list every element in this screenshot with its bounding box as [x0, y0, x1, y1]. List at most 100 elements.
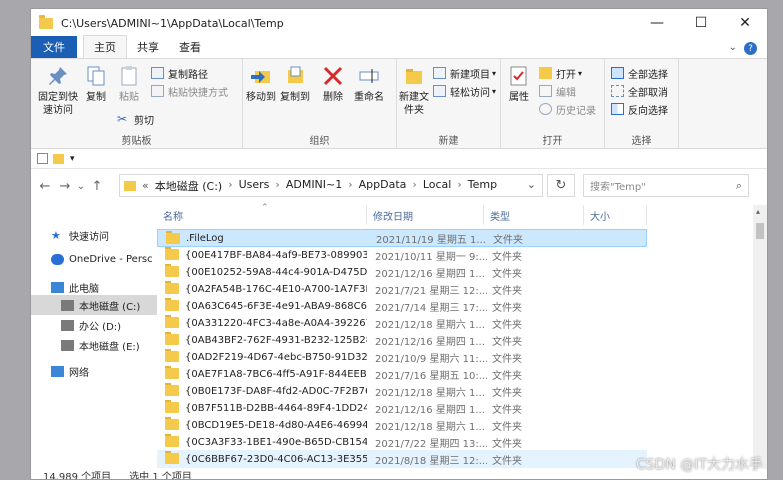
forward-button[interactable]: →	[55, 179, 75, 194]
computer-icon	[51, 281, 64, 293]
column-header: 名称 ⌃ 修改日期 类型 大小	[157, 203, 767, 225]
column-name[interactable]: 名称 ⌃	[157, 203, 367, 225]
folder-icon	[165, 383, 179, 396]
move-to-button[interactable]: 移动到	[245, 65, 277, 104]
paste-button[interactable]: 粘贴	[115, 65, 143, 104]
move-to-label: 移动到	[246, 92, 276, 103]
table-row[interactable]: {0A2FA54B-176C-4E10-A700-1A7F3D... 2021/7…	[157, 280, 647, 298]
back-button[interactable]: ←	[35, 179, 55, 194]
nav-item[interactable]: OneDrive - Persc	[31, 249, 157, 269]
nav-item[interactable]: 办公 (D:)	[31, 315, 157, 335]
new-item-icon	[433, 67, 446, 79]
address-bar[interactable]: « 本地磁盘 (C:) › Users › ADMINI~1 › AppData › Local…	[119, 174, 543, 197]
breadcrumb-separator[interactable]: ›	[457, 178, 461, 194]
breadcrumb-separator[interactable]: ›	[412, 178, 416, 194]
help-icon[interactable]: ?	[744, 42, 757, 55]
history-button[interactable]: 历史记录	[539, 101, 596, 117]
breadcrumb-item[interactable]: AppData	[359, 178, 407, 194]
nav-item[interactable]: 此电脑	[31, 277, 157, 297]
table-row[interactable]: {0B0E173F-DA8F-4fd2-AD0C-7F2B763... 2021/…	[157, 382, 647, 400]
new-item-button[interactable]: 新建项目 ▾	[433, 65, 496, 81]
select-all-icon	[611, 67, 624, 79]
nav-item[interactable]: 本地磁盘 (C:)	[31, 295, 157, 315]
customize-toolbar-icon[interactable]: ▾	[70, 154, 75, 164]
nav-item[interactable]: 本地磁盘 (E:)	[31, 335, 157, 355]
delete-button[interactable]: 删除	[319, 65, 347, 104]
tab-share[interactable]: 共享	[127, 36, 169, 58]
chevron-down-icon[interactable]: ⌄	[729, 42, 737, 53]
breadcrumb-item[interactable]: 本地磁盘 (C:)	[155, 178, 222, 194]
paste-shortcut-button[interactable]: 粘贴快捷方式	[151, 83, 228, 99]
folder-icon	[165, 400, 179, 413]
history-label: 历史记录	[556, 105, 596, 117]
title-bar[interactable]: C:\Users\ADMINI~1\AppData\Local\Temp — ☐…	[31, 9, 767, 37]
invert-selection-button[interactable]: 反向选择	[611, 101, 668, 117]
easy-access-button[interactable]: 轻松访问 ▾	[433, 83, 496, 99]
table-row[interactable]: {0A331220-4FC3-4a8e-A0A4-3922677... 2021/…	[157, 314, 647, 332]
table-row[interactable]: {00E10252-59A8-44c4-901A-D475D1... 2021/1…	[157, 263, 647, 281]
table-row[interactable]: {0C6BBF67-23D0-4C06-AC13-3E355A... 2021/8…	[157, 450, 647, 468]
table-row[interactable]: {0BCD19E5-DE18-4d80-A4E6-469945... 2021/1…	[157, 416, 647, 434]
table-row[interactable]: {0A63C645-6F3E-4e91-ABA9-868C6C... 2021/7…	[157, 297, 647, 315]
group-label: 组织	[309, 136, 330, 147]
table-row[interactable]: {0AE7F1A8-7BC6-4ff5-A91F-844EEBB... 2021/…	[157, 365, 647, 383]
cut-button[interactable]: ✂ 剪切	[117, 111, 154, 127]
checkbox-icon[interactable]	[37, 153, 48, 164]
maximize-button[interactable]: ☐	[679, 9, 723, 37]
file-date: 2021/12/16 星期四 1...	[375, 336, 485, 348]
refresh-button[interactable]: ↻	[547, 174, 575, 197]
new-folder-button[interactable]: 新建文件夹	[399, 65, 429, 117]
select-all-button[interactable]: 全部选择	[611, 65, 668, 81]
recent-locations-button[interactable]: ⌄	[75, 181, 87, 192]
column-date[interactable]: 修改日期	[367, 205, 484, 225]
nav-item-label: 本地磁盘 (E:)	[79, 341, 140, 353]
properties-label: 属性	[509, 92, 529, 103]
column-type[interactable]: 类型	[484, 205, 584, 225]
breadcrumb-item[interactable]: Local	[423, 178, 452, 194]
scroll-up-icon[interactable]: ▴	[756, 207, 760, 216]
copy-to-icon	[288, 66, 303, 83]
breadcrumb-separator[interactable]: ›	[228, 178, 232, 194]
address-dropdown-icon[interactable]: ⌄	[527, 178, 536, 191]
history-icon	[539, 103, 552, 115]
close-button[interactable]: ✕	[723, 9, 767, 37]
select-none-button[interactable]: 全部取消	[611, 83, 668, 99]
edit-button[interactable]: 编辑	[539, 83, 576, 99]
nav-item[interactable]: ★ 快速访问	[31, 225, 157, 245]
open-button[interactable]: 打开 ▾	[539, 65, 582, 81]
group-clipboard: 固定到快速访问 复制 粘贴 复制路径 粘贴快捷方式 ✂ 剪切 剪贴板	[31, 59, 243, 149]
copy-path-button[interactable]: 复制路径	[151, 65, 208, 81]
table-row[interactable]: {0AB43BF2-762F-4931-B232-125B287... 2021/…	[157, 331, 647, 349]
copy-button[interactable]: 复制	[83, 65, 109, 104]
nav-item[interactable]: 网络	[31, 361, 157, 381]
breadcrumb-item[interactable]: ADMINI~1	[286, 178, 342, 194]
minimize-button[interactable]: —	[635, 9, 679, 37]
file-name: {0A2FA54B-176C-4E10-A700-1A7F3D...	[185, 283, 367, 295]
table-row[interactable]: {0AD2F219-4D67-4ebc-B750-91D32F... 2021/1…	[157, 348, 647, 366]
copy-to-button[interactable]: 复制到	[279, 65, 311, 104]
up-button[interactable]: ↑	[87, 179, 107, 194]
pin-quick-access-button[interactable]: 固定到快速访问	[35, 65, 81, 117]
breadcrumb-separator[interactable]: ›	[275, 178, 279, 194]
tab-home[interactable]: 主页	[83, 35, 127, 58]
folder-icon[interactable]	[53, 153, 64, 164]
search-input[interactable]: 搜索"Temp" ⌕	[583, 174, 749, 197]
table-row[interactable]: {0B7F511B-D2BB-4464-89F4-1DD24D... 2021/1…	[157, 399, 647, 417]
breadcrumb-item[interactable]: Users	[239, 178, 270, 194]
search-icon[interactable]: ⌕	[736, 179, 742, 193]
column-size[interactable]: 大小	[584, 205, 647, 225]
scrollbar-thumb[interactable]	[756, 223, 764, 239]
properties-button[interactable]: 属性	[507, 65, 531, 104]
breadcrumb-item[interactable]: Temp	[468, 178, 497, 194]
breadcrumb-separator[interactable]: ›	[348, 178, 352, 194]
table-row[interactable]: {00E417BF-BA84-4af9-BE73-089903A... 2021/…	[157, 246, 647, 264]
tab-file[interactable]: 文件	[31, 36, 77, 58]
overflow-chevron[interactable]: «	[142, 179, 149, 192]
table-row[interactable]: {0C3A3F33-1BE1-490e-B65D-CB154C... 2021/7…	[157, 433, 647, 451]
select-all-label: 全部选择	[628, 69, 668, 81]
vertical-scrollbar[interactable]: ▴	[753, 205, 767, 469]
rename-button[interactable]: 重命名	[351, 65, 387, 104]
table-row[interactable]: .FileLog 2021/11/19 星期五 1... 文件夹	[157, 229, 647, 247]
tab-view[interactable]: 查看	[169, 36, 211, 58]
file-date: 2021/10/11 星期一 9:...	[375, 251, 487, 263]
